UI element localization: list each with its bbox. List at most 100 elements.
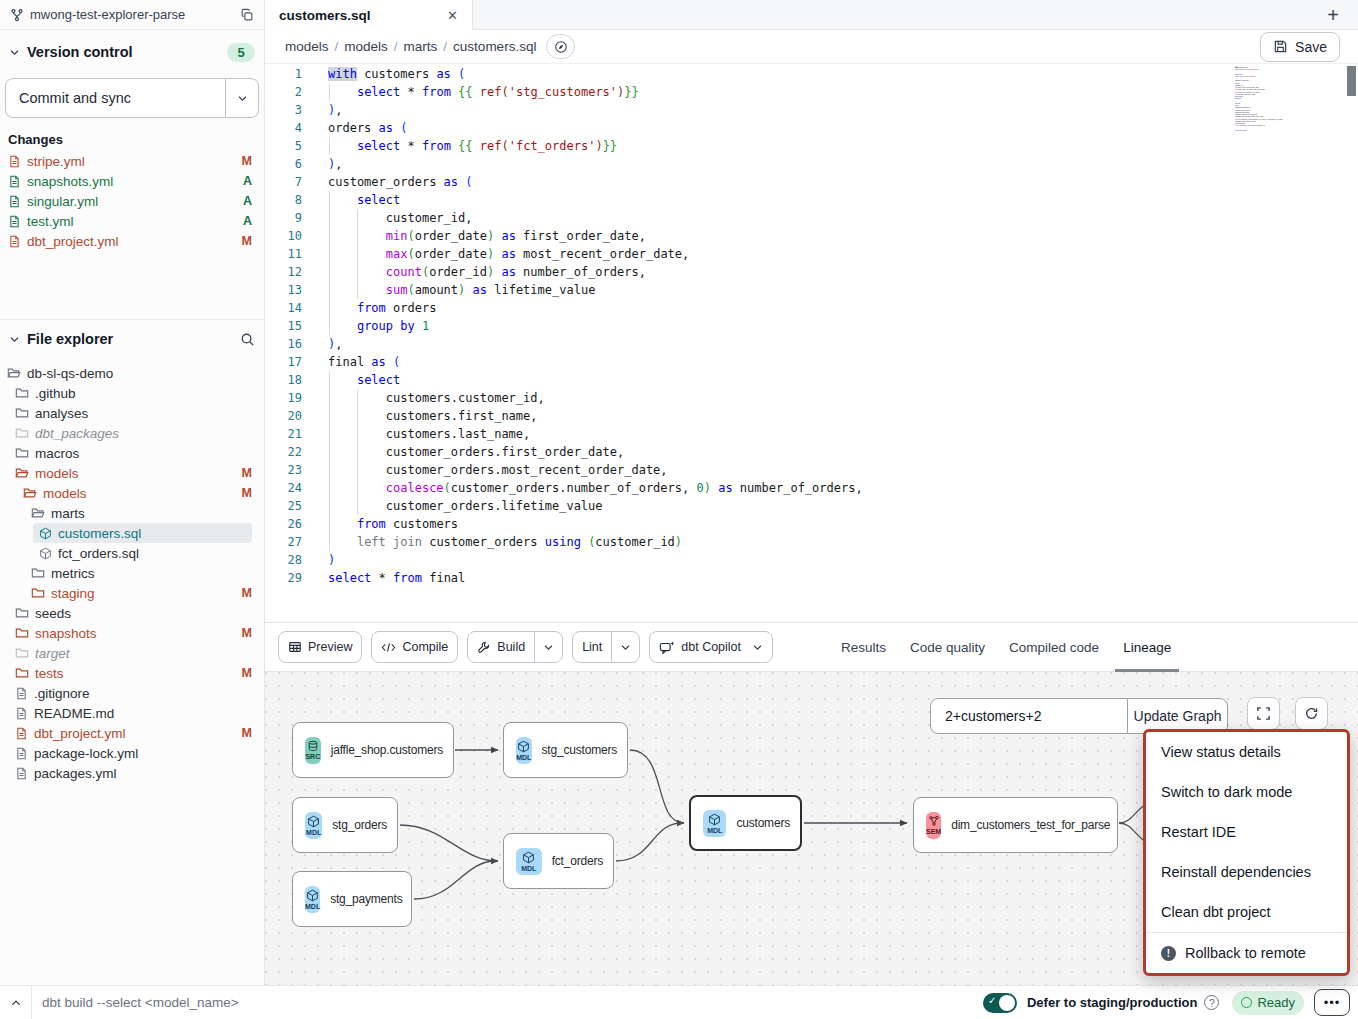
menu-item-reinstall-dependencies[interactable]: Reinstall dependencies — [1146, 852, 1347, 892]
tab-code-quality[interactable]: Code quality — [910, 623, 985, 672]
change-item[interactable]: dbt_project.ymlM — [0, 231, 264, 251]
tree-item-models[interactable]: modelsM — [9, 463, 252, 483]
change-item[interactable]: test.ymlA — [0, 211, 264, 231]
menu-item-clean-dbt-project[interactable]: Clean dbt project — [1146, 892, 1347, 932]
lineage-node-fct_orders[interactable]: MDLfct_orders — [503, 833, 614, 889]
change-file-name: singular.yml — [27, 194, 243, 209]
tab-results[interactable]: Results — [841, 623, 886, 672]
tree-item-dbt-project-yml[interactable]: dbt_project.ymlM — [9, 723, 252, 743]
button-compile[interactable]: Compile — [371, 631, 458, 663]
button-dbt-copilot[interactable]: dbt Copilot — [649, 631, 773, 663]
breadcrumb-segment[interactable]: marts — [404, 39, 438, 54]
code-editor[interactable]: 1234567891011121314151617181920212223242… — [265, 64, 1358, 622]
tree-item-customers-sql[interactable]: customers.sql — [33, 523, 252, 543]
change-item[interactable]: snapshots.ymlA — [0, 171, 264, 191]
tree-item-label: macros — [35, 446, 252, 461]
editor-scrollbar[interactable] — [1347, 66, 1356, 96]
copy-icon[interactable] — [240, 8, 254, 22]
line-number: 21 — [265, 425, 302, 443]
more-options-button[interactable]: ••• — [1314, 989, 1350, 1016]
line-number: 18 — [265, 371, 302, 389]
lineage-node-jaffle[interactable]: SRCjaffle_shop.customers — [292, 722, 454, 778]
tree-item-package-lock-yml[interactable]: package-lock.yml — [9, 743, 252, 763]
tree-item-dbt-packages[interactable]: dbt_packages — [9, 423, 252, 443]
commit-and-sync-label[interactable]: Commit and sync — [6, 79, 225, 117]
file-icon — [8, 215, 21, 228]
close-icon[interactable]: ✕ — [447, 8, 458, 23]
button-build[interactable]: Build — [467, 631, 563, 663]
code-line: customer_orders as ( — [328, 173, 863, 191]
tree-item-macros[interactable]: macros — [9, 443, 252, 463]
lineage-search-input[interactable]: 2+customers+2 — [931, 699, 1127, 733]
tree-item--github[interactable]: .github — [9, 383, 252, 403]
commit-and-sync-button[interactable]: Commit and sync — [5, 78, 259, 118]
lineage-node-stg_orders[interactable]: MDLstg_orders — [292, 797, 398, 853]
tab-compiled-code[interactable]: Compiled code — [1009, 623, 1099, 672]
folder-icon — [15, 626, 29, 640]
save-button[interactable]: Save — [1260, 32, 1340, 62]
explore-compass-icon[interactable] — [546, 34, 575, 59]
fullscreen-button[interactable] — [1247, 697, 1280, 730]
node-kind-icon: SEM — [926, 812, 941, 839]
file-explorer-title: File explorer — [27, 331, 240, 347]
command-input[interactable]: dbt build --select <model_name> — [42, 995, 983, 1010]
chevron-down-icon — [9, 334, 20, 345]
lineage-node-dim[interactable]: SEMdim_customers_test_for_parse — [913, 797, 1118, 853]
tab-lineage[interactable]: Lineage — [1123, 623, 1171, 672]
menu-item-view-status-details[interactable]: View status details — [1146, 732, 1347, 772]
tree-item-staging[interactable]: stagingM — [25, 583, 252, 603]
line-number: 3 — [265, 101, 302, 119]
tab-customers-sql[interactable]: customers.sql ✕ — [265, 0, 473, 30]
file-explorer-header[interactable]: File explorer — [0, 326, 264, 352]
tree-item-db-sl-qs-demo[interactable]: db-sl-qs-demo — [1, 363, 252, 383]
menu-item-restart-ide[interactable]: Restart IDE — [1146, 812, 1347, 852]
wrench-icon — [477, 640, 491, 654]
tree-item-snapshots[interactable]: snapshotsM — [9, 623, 252, 643]
refresh-button[interactable] — [1295, 697, 1328, 730]
menu-item-switch-to-dark-mode[interactable]: Switch to dark mode — [1146, 772, 1347, 812]
branch-name[interactable]: mwong-test-explorer-parse — [30, 7, 240, 22]
tree-item--gitignore[interactable]: .gitignore — [9, 683, 252, 703]
breadcrumb-segment[interactable]: models — [344, 39, 388, 54]
tree-item-fct-orders-sql[interactable]: fct_orders.sql — [33, 543, 252, 563]
search-icon[interactable] — [240, 332, 255, 347]
tree-item-marts[interactable]: marts — [25, 503, 252, 523]
file-tree: db-sl-qs-demo.github analyses dbt_packages… — [0, 363, 264, 783]
tree-item-readme-md[interactable]: README.md — [9, 703, 252, 723]
menu-item-rollback-to-remote[interactable]: !Rollback to remote — [1146, 933, 1347, 973]
minimap[interactable]: with customers as ( select * from {{ ref… — [1235, 66, 1289, 138]
lineage-node-stg_customers[interactable]: MDLstg_customers — [503, 722, 628, 778]
help-icon[interactable]: ? — [1204, 995, 1219, 1010]
tree-item-target[interactable]: target — [9, 643, 252, 663]
tree-item-analyses[interactable]: analyses — [9, 403, 252, 423]
dropdown-chevron-icon[interactable] — [750, 632, 772, 662]
version-control-header[interactable]: Version control 5 — [0, 39, 264, 65]
dropdown-chevron-icon[interactable] — [611, 632, 639, 662]
tree-item-packages-yml[interactable]: packages.yml — [9, 763, 252, 783]
tree-item-seeds[interactable]: seeds — [9, 603, 252, 623]
code-content[interactable]: with customers as ( select * from {{ ref… — [328, 65, 863, 587]
lineage-node-stg_payments[interactable]: MDLstg_payments — [292, 871, 412, 927]
changes-count-badge: 5 — [227, 43, 255, 62]
breadcrumb-segment[interactable]: models — [285, 39, 329, 54]
ready-status-badge[interactable]: Ready — [1232, 991, 1304, 1015]
change-item[interactable]: singular.ymlA — [0, 191, 264, 211]
tree-item-metrics[interactable]: metrics — [25, 563, 252, 583]
tree-item-models[interactable]: modelsM — [17, 483, 252, 503]
dropdown-chevron-icon[interactable] — [534, 632, 562, 662]
button-preview[interactable]: Preview — [278, 631, 362, 663]
dbt-cloud-ide: mwong-test-explorer-parse Version contro… — [0, 0, 1358, 1019]
modified-badge: M — [242, 466, 252, 480]
lineage-node-customers[interactable]: MDLcustomers — [689, 795, 802, 851]
collapse-panel-button[interactable] — [0, 986, 32, 1019]
button-lint[interactable]: Lint — [572, 631, 640, 663]
code-line: customer_orders.most_recent_order_date, — [328, 461, 863, 479]
breadcrumb-segment[interactable]: customers.sql — [453, 39, 536, 54]
update-graph-button[interactable]: Update Graph — [1127, 699, 1227, 733]
change-item[interactable]: stripe.ymlM — [0, 151, 264, 171]
commit-options-chevron[interactable] — [225, 79, 258, 117]
tree-item-tests[interactable]: testsM — [9, 663, 252, 683]
defer-toggle[interactable]: ✓ — [983, 993, 1017, 1013]
new-tab-button[interactable]: + — [1322, 4, 1344, 26]
tree-item-label: analyses — [35, 406, 252, 421]
